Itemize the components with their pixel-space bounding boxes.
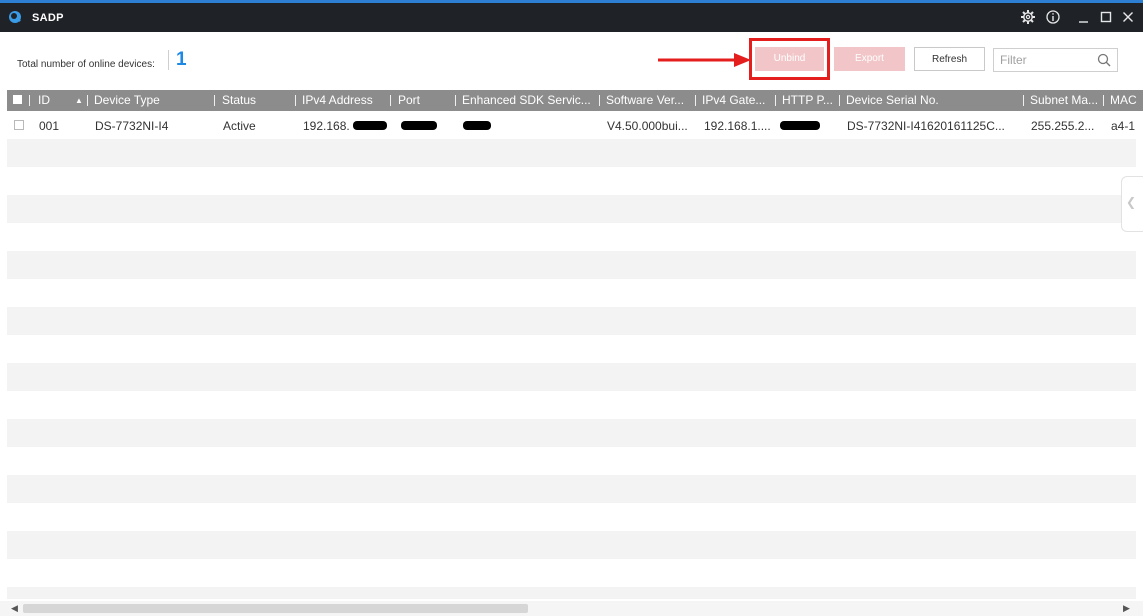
- refresh-button[interactable]: Refresh: [914, 47, 985, 71]
- horizontal-scrollbar[interactable]: ◀ ▶: [0, 601, 1143, 616]
- column-divider: [29, 95, 30, 106]
- column-header-device-type[interactable]: Device Type: [94, 93, 160, 107]
- column-divider: [695, 95, 696, 106]
- scroll-left-icon[interactable]: ◀: [11, 603, 18, 614]
- scroll-right-icon[interactable]: ▶: [1123, 603, 1130, 614]
- window-title: SADP: [32, 12, 64, 24]
- empty-row: [7, 559, 1136, 587]
- row-checkbox[interactable]: [14, 120, 24, 130]
- cell-ipv4-gateway: 192.168.1....: [704, 119, 771, 133]
- empty-row: [7, 251, 1136, 279]
- empty-row: [7, 587, 1136, 599]
- cell-mac: a4-1: [1111, 119, 1136, 133]
- table-header: ID ▲ Device Type Status IPv4 Address Por…: [7, 90, 1143, 111]
- maximize-icon[interactable]: [1098, 9, 1114, 25]
- scrollbar-thumb[interactable]: [23, 604, 528, 613]
- column-header-serial[interactable]: Device Serial No.: [846, 93, 939, 107]
- column-header-software-version[interactable]: Software Ver...: [606, 93, 684, 107]
- gear-icon[interactable]: [1020, 9, 1036, 25]
- empty-row: [7, 363, 1136, 391]
- cell-id: 001: [39, 119, 60, 133]
- empty-row: [7, 447, 1136, 475]
- chevron-left-icon: ❮: [1126, 195, 1137, 209]
- empty-row: [7, 419, 1136, 447]
- redaction-mark: [401, 121, 437, 130]
- device-table-body: 001 DS-7732NI-I4 Active 192.168. V4.50.0…: [7, 111, 1136, 599]
- column-divider: [839, 95, 840, 106]
- close-icon[interactable]: [1120, 9, 1136, 25]
- column-header-port[interactable]: Port: [398, 93, 420, 107]
- column-divider: [599, 95, 600, 106]
- cell-serial: DS-7732NI-I41620161125C...: [847, 119, 1005, 133]
- column-divider: [87, 95, 88, 106]
- info-icon[interactable]: [1045, 9, 1061, 25]
- side-panel-toggle[interactable]: ❮: [1121, 176, 1143, 232]
- empty-row: [7, 223, 1136, 251]
- column-header-mac[interactable]: MAC: [1110, 93, 1137, 107]
- empty-row: [7, 167, 1136, 195]
- minimize-icon[interactable]: [1076, 9, 1092, 25]
- empty-row: [7, 307, 1136, 335]
- sort-ascending-icon[interactable]: ▲: [75, 96, 83, 105]
- column-divider: [295, 95, 296, 106]
- cell-status: Active: [223, 119, 256, 133]
- column-divider: [775, 95, 776, 106]
- redaction-mark: [463, 121, 491, 130]
- select-all-checkbox[interactable]: [13, 95, 22, 104]
- empty-row: [7, 391, 1136, 419]
- column-header-ipv4[interactable]: IPv4 Address: [302, 93, 373, 107]
- table-row[interactable]: 001 DS-7732NI-I4 Active 192.168. V4.50.0…: [7, 111, 1136, 139]
- column-header-status[interactable]: Status: [222, 93, 256, 107]
- column-header-id[interactable]: ID: [38, 93, 50, 107]
- title-bar: SADP: [0, 3, 1143, 32]
- annotation-highlight-box: [749, 38, 830, 80]
- empty-row: [7, 279, 1136, 307]
- empty-row: [7, 195, 1136, 223]
- redaction-mark: [353, 121, 387, 130]
- cell-software-version: V4.50.000bui...: [607, 119, 688, 133]
- filter-input[interactable]: Filter: [993, 48, 1118, 72]
- column-header-ipv4-gateway[interactable]: IPv4 Gate...: [702, 93, 765, 107]
- column-divider: [1023, 95, 1024, 106]
- empty-row: [7, 503, 1136, 531]
- cell-ipv4: 192.168.: [303, 119, 350, 133]
- column-divider: [214, 95, 215, 106]
- empty-row: [7, 531, 1136, 559]
- empty-row: [7, 139, 1136, 167]
- filter-placeholder: Filter: [1000, 53, 1027, 67]
- total-divider: [168, 50, 169, 70]
- column-divider: [455, 95, 456, 106]
- column-divider: [390, 95, 391, 106]
- total-devices-count: 1: [176, 49, 187, 70]
- redaction-mark: [780, 121, 820, 130]
- column-header-sdk-service[interactable]: Enhanced SDK Servic...: [462, 93, 591, 107]
- cell-device-type: DS-7732NI-I4: [95, 119, 169, 133]
- column-divider: [1103, 95, 1104, 106]
- total-devices-label: Total number of online devices:: [17, 59, 155, 70]
- empty-row: [7, 335, 1136, 363]
- column-header-http-port[interactable]: HTTP P...: [782, 93, 833, 107]
- sadp-logo-icon: [9, 11, 21, 23]
- search-icon[interactable]: [1097, 53, 1111, 67]
- cell-subnet-mask: 255.255.2...: [1031, 119, 1095, 133]
- empty-row: [7, 475, 1136, 503]
- export-button[interactable]: Export: [834, 47, 905, 71]
- red-arrow-icon: [658, 53, 751, 67]
- column-header-subnet-mask[interactable]: Subnet Ma...: [1030, 93, 1098, 107]
